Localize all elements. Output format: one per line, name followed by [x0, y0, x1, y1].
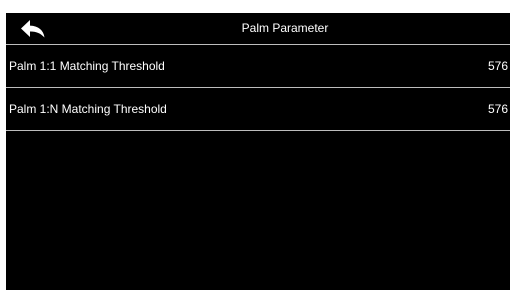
- title-bar: Palm Parameter: [6, 13, 510, 45]
- device-frame: Palm Parameter Palm 1:1 Matching Thresho…: [0, 0, 510, 290]
- setting-row-palm-1-n-threshold[interactable]: Palm 1:N Matching Threshold 576: [6, 88, 510, 131]
- setting-value: 576: [487, 59, 508, 73]
- page-title: Palm Parameter: [241, 21, 329, 35]
- setting-label: Palm 1:1 Matching Threshold: [9, 59, 165, 73]
- back-arrow-icon: [20, 19, 46, 39]
- setting-label: Palm 1:N Matching Threshold: [9, 102, 167, 116]
- setting-row-palm-1-1-threshold[interactable]: Palm 1:1 Matching Threshold 576: [6, 45, 510, 88]
- setting-value: 576: [487, 102, 508, 116]
- device-screen: Palm Parameter Palm 1:1 Matching Thresho…: [6, 13, 510, 290]
- back-button[interactable]: [6, 13, 60, 44]
